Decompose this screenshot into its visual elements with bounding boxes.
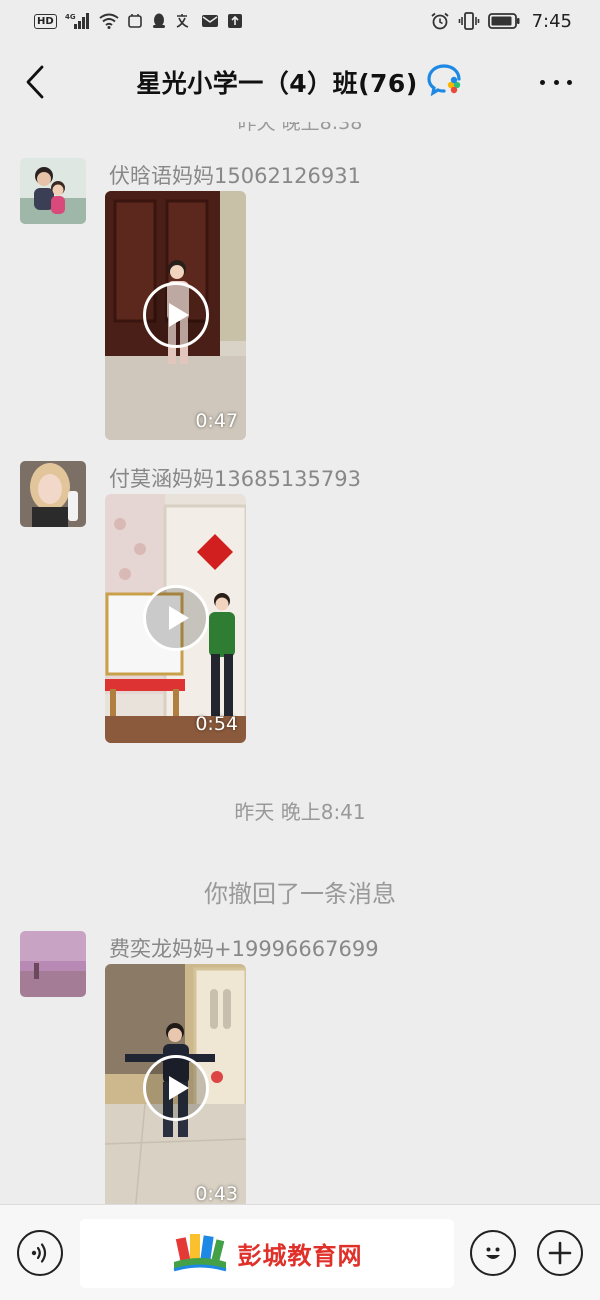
more-dots-icon	[540, 79, 545, 85]
hd-badge: HD	[34, 13, 57, 29]
video-message[interactable]: 0:47	[105, 191, 246, 440]
sender-name: 伏晗语妈妈15062126931	[109, 164, 361, 188]
wechat-work-icon	[426, 63, 464, 101]
partial-timestamp: 昨天 晚上8:38	[237, 122, 363, 134]
cellular-signal-icon: 4G	[65, 12, 91, 30]
video-duration: 0:43	[195, 1183, 238, 1204]
emoji-icon	[486, 1247, 500, 1259]
play-icon	[169, 303, 189, 327]
timestamp-divider: 昨天 晚上8:41	[234, 800, 366, 824]
upload-icon	[227, 12, 243, 30]
clock: 7:45	[531, 10, 572, 32]
alarm-icon	[430, 12, 450, 30]
chat-header: 星光小学一（4）班(76)	[0, 42, 600, 122]
video-message[interactable]: 0:54	[105, 494, 246, 743]
voice-button[interactable]	[17, 1230, 63, 1276]
plus-button[interactable]	[537, 1230, 583, 1276]
play-button[interactable]	[143, 1055, 209, 1121]
chat-area[interactable]: 昨天 晚上8:38 伏晗语妈妈15062126931 0:47 付莫涵妈妈136…	[0, 122, 600, 1204]
sender-name: 付莫涵妈妈13685135793	[109, 467, 361, 491]
message-input[interactable]: 彭城教育网	[80, 1219, 454, 1288]
battery-icon	[487, 12, 520, 30]
more-button[interactable]	[540, 70, 572, 94]
play-icon	[169, 606, 189, 630]
network-type-label: 4G	[65, 13, 76, 21]
watermark-text: 彭城教育网	[237, 1242, 363, 1270]
sender-name: 费奕龙妈妈+19996667699	[109, 937, 379, 961]
recall-notice: 你撤回了一条消息	[204, 880, 396, 908]
play-icon	[169, 1076, 189, 1100]
wifi-icon	[99, 12, 119, 30]
avatar[interactable]	[20, 461, 86, 527]
play-button[interactable]	[143, 585, 209, 651]
voice-icon	[31, 1243, 47, 1263]
input-bar: 彭城教育网	[0, 1204, 600, 1300]
avatar[interactable]	[20, 158, 86, 224]
vibrate-icon	[458, 12, 480, 30]
avatar[interactable]	[20, 931, 86, 997]
video-message[interactable]: 0:43	[105, 964, 246, 1204]
status-bar: HD 4G 7:45	[0, 0, 600, 42]
book-logo-icon	[173, 1233, 226, 1271]
video-duration: 0:54	[195, 713, 238, 735]
qq-icon	[151, 12, 167, 30]
chevron-left-icon	[26, 65, 44, 99]
mail-icon	[201, 12, 219, 30]
plus-icon	[548, 1241, 572, 1265]
chat-title: 星光小学一（4）班(76)	[136, 69, 418, 98]
app-notification-icon	[127, 12, 143, 30]
translate-icon	[175, 12, 193, 30]
play-button[interactable]	[143, 282, 209, 348]
video-duration: 0:47	[195, 410, 238, 432]
back-button[interactable]	[20, 64, 50, 100]
emoji-button[interactable]	[470, 1230, 516, 1276]
